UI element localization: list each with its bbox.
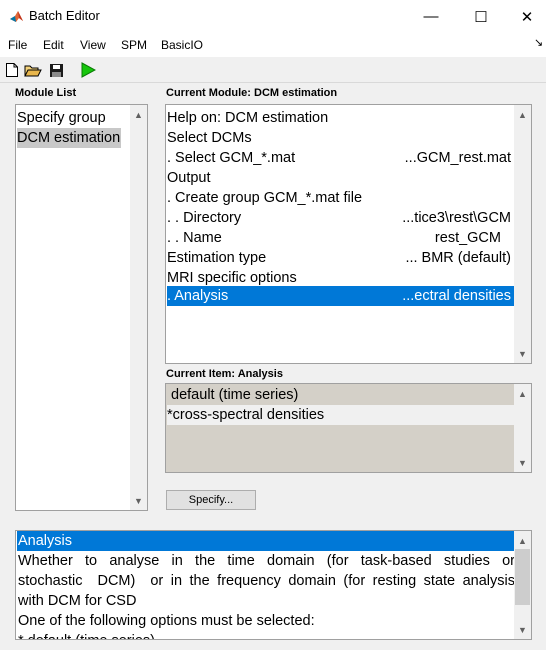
- module-item-specify-group[interactable]: Specify group: [17, 108, 106, 128]
- close-button[interactable]: ✕: [504, 0, 546, 33]
- module-row-directory[interactable]: . . Directory ...tice3\rest\GCM: [167, 208, 514, 228]
- menu-view[interactable]: View: [80, 38, 106, 52]
- minimize-button[interactable]: —: [408, 0, 454, 33]
- scroll-thumb[interactable]: [515, 549, 530, 605]
- scroll-down-icon[interactable]: ▼: [514, 345, 531, 362]
- window-title: Batch Editor: [29, 8, 100, 23]
- module-list-box[interactable]: Specify group DCM estimation ▲ ▼: [15, 104, 148, 511]
- help-scrollbar[interactable]: ▲ ▼: [514, 531, 531, 639]
- scroll-up-icon[interactable]: ▲: [514, 385, 531, 402]
- help-line: * default (time series): [17, 631, 515, 639]
- maximize-button[interactable]: ☐: [458, 0, 504, 33]
- module-row-select-dcms[interactable]: Select DCMs: [167, 128, 514, 148]
- help-text: Analysis Whether to analyse in the time …: [17, 531, 515, 639]
- help-box[interactable]: Analysis Whether to analyse in the time …: [15, 530, 532, 640]
- menu-overflow-arrow-icon[interactable]: ↘: [534, 36, 543, 49]
- menu-edit[interactable]: Edit: [43, 38, 64, 52]
- item-option-default[interactable]: default (time series): [167, 385, 514, 405]
- help-line: with DCM for CSD: [18, 593, 137, 609]
- module-row-mri-options[interactable]: MRI specific options: [167, 268, 514, 288]
- current-module-box[interactable]: Help on: DCM estimation Select DCMs . Se…: [165, 104, 532, 364]
- specify-button[interactable]: Specify...: [166, 490, 256, 510]
- open-folder-icon[interactable]: [24, 61, 42, 79]
- module-row-help[interactable]: Help on: DCM estimation: [167, 108, 514, 128]
- module-item-dcm-estimation[interactable]: DCM estimation: [17, 128, 122, 148]
- module-row-estimation-type[interactable]: Estimation type... BMR (default): [167, 248, 514, 268]
- menu-spm[interactable]: SPM: [121, 38, 147, 52]
- module-row-select-gcm[interactable]: . Select GCM_*.mat ...GCM_rest.mat: [167, 148, 514, 168]
- matlab-icon: [9, 9, 24, 24]
- run-play-icon[interactable]: [79, 61, 97, 79]
- scroll-up-icon[interactable]: ▲: [514, 532, 531, 549]
- help-line: One of the following options must be sel…: [18, 613, 315, 629]
- current-item-box[interactable]: default (time series) *cross-spectral de…: [165, 383, 532, 473]
- current-module-scrollbar[interactable]: ▲ ▼: [514, 105, 531, 363]
- scroll-down-icon[interactable]: ▼: [514, 454, 531, 471]
- module-list-scrollbar[interactable]: ▲ ▼: [130, 105, 147, 510]
- menu-basicio[interactable]: BasicIO: [161, 38, 203, 52]
- new-file-icon[interactable]: [3, 61, 21, 79]
- current-item-label: Current Item: Analysis: [166, 368, 283, 380]
- menu-file[interactable]: File: [8, 38, 27, 52]
- item-option-cross-spectral[interactable]: *cross-spectral densities: [167, 405, 514, 425]
- current-item-scrollbar[interactable]: ▲ ▼: [514, 384, 531, 472]
- scroll-up-icon[interactable]: ▲: [514, 106, 531, 123]
- help-line: Whether to analyse in the time domain (f…: [18, 553, 515, 569]
- maximize-icon: ☐: [474, 8, 488, 26]
- help-title: Analysis: [17, 531, 515, 551]
- close-icon: ✕: [520, 8, 534, 26]
- module-row-output[interactable]: Output: [167, 168, 514, 188]
- module-row-analysis[interactable]: . Analysis ...ectral densities: [167, 286, 514, 306]
- current-module-label: Current Module: DCM estimation: [166, 87, 338, 99]
- minimize-icon: —: [423, 8, 439, 25]
- help-line: stochastic DCM) or in the frequency doma…: [18, 573, 515, 589]
- save-disk-icon[interactable]: [47, 61, 65, 79]
- scroll-down-icon[interactable]: ▼: [130, 492, 147, 509]
- module-list-label: Module List: [15, 87, 77, 99]
- module-row-name[interactable]: . . Name rest_GCM: [167, 228, 514, 248]
- scroll-up-icon[interactable]: ▲: [130, 106, 147, 123]
- module-row-create-group[interactable]: . Create group GCM_*.mat file: [167, 188, 514, 208]
- scroll-down-icon[interactable]: ▼: [514, 621, 531, 638]
